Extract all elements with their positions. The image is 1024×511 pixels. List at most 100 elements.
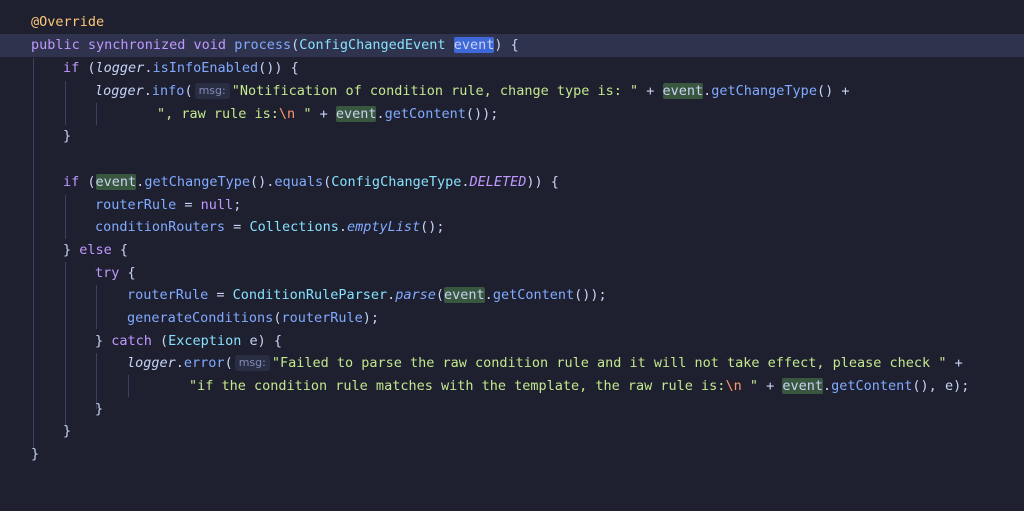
punctuation: ; [233, 197, 242, 213]
code-line[interactable]: conditionRouters = Collections.emptyList… [0, 216, 1024, 239]
parameter: e [944, 378, 954, 394]
code-line[interactable]: logger.info(msg: "Notification of conditi… [0, 80, 1024, 103]
punctuation: () + [816, 83, 850, 99]
punctuation: (), [912, 378, 945, 394]
method-call: isInfoEnabled [152, 60, 259, 76]
method-call: getChangeType [144, 174, 250, 190]
keyword: null [200, 197, 234, 213]
keyword: if [63, 174, 88, 190]
field: routerRule [95, 197, 177, 213]
type-name: ConditionRuleParser [232, 287, 388, 303]
punctuation: ) { [494, 37, 519, 53]
operator: + [311, 106, 336, 122]
punctuation: . [376, 106, 385, 122]
parameter: e [241, 333, 258, 349]
method-call: error [183, 355, 225, 371]
code-line[interactable]: if (event.getChangeType().equals(ConfigC… [0, 171, 1024, 194]
punctuation: ( [224, 355, 233, 371]
keyword: if [63, 60, 88, 76]
method-call: getContent [831, 378, 913, 394]
variable-highlight: event [662, 83, 704, 99]
field: routerRule [281, 310, 363, 326]
keyword: public synchronized void [31, 37, 235, 53]
punctuation: ); [953, 378, 970, 394]
code-line[interactable]: generateConditions(routerRule); [0, 307, 1024, 330]
code-line[interactable]: } [0, 443, 1024, 466]
punctuation: ()); [574, 287, 607, 303]
field: logger [95, 60, 145, 76]
punctuation: ) { [257, 333, 282, 349]
code-line[interactable]: } [0, 398, 1024, 421]
escape-sequence: \n [725, 378, 742, 394]
operator: + [638, 83, 663, 99]
punctuation: . [823, 378, 832, 394]
code-line[interactable]: logger.error(msg: "Failed to parse the ra… [0, 352, 1024, 375]
code-line[interactable]: if (logger.isInfoEnabled()) { [0, 57, 1024, 80]
variable-highlight: event [444, 287, 485, 303]
punctuation: ( [87, 174, 96, 190]
punctuation: . [143, 83, 152, 99]
keyword: catch [111, 333, 152, 349]
operator: = [208, 287, 233, 303]
punctuation: ); [362, 310, 379, 326]
code-line[interactable]: routerRule = ConditionRuleParser. parse(e… [0, 284, 1024, 307]
parameter-hint: msg: [234, 355, 270, 371]
keyword: else [79, 242, 112, 258]
method-name: process [234, 37, 292, 53]
string-literal: " [741, 378, 758, 394]
code-line[interactable]: @Override [0, 11, 1024, 34]
string-literal: " [295, 106, 312, 122]
enum-constant: DELETED [469, 174, 527, 190]
code-line[interactable]: routerRule = null; [0, 194, 1024, 217]
method-call: info [151, 83, 185, 99]
method-call: generateConditions [127, 310, 274, 326]
method-call: equals [274, 174, 324, 190]
punctuation: ( [151, 333, 169, 349]
string-literal: "Notification of condition rule, change … [231, 83, 639, 99]
annotation: @Override [31, 14, 105, 30]
punctuation: (). [249, 174, 275, 190]
code-line-current[interactable]: public synchronized void process(ConfigC… [0, 34, 1024, 57]
method-call: getChangeType [711, 83, 817, 99]
code-editor[interactable]: @Override public synchronized void proce… [0, 0, 1024, 475]
punctuation: } [31, 446, 40, 462]
code-line-blank[interactable] [0, 148, 1024, 171]
escape-sequence: \n [278, 106, 296, 122]
field: logger [127, 355, 176, 371]
code-line[interactable]: } [0, 420, 1024, 443]
field: routerRule [127, 287, 209, 303]
code-line[interactable]: } [0, 125, 1024, 148]
code-line[interactable]: "if the condition rule matches with the … [0, 375, 1024, 398]
punctuation: ()); [465, 106, 499, 122]
operator: + [757, 378, 783, 394]
operator: + [946, 355, 963, 371]
type-name: Exception [168, 333, 242, 349]
punctuation: (); [420, 219, 445, 235]
punctuation: . [175, 355, 184, 371]
code-line[interactable]: ", raw rule is:\n " + event.getContent()… [0, 103, 1024, 126]
code-line[interactable]: } catch (Exception e) { [0, 330, 1024, 353]
string-literal: "if the condition rule matches with the … [189, 378, 726, 394]
parameter-highlight: event [453, 37, 495, 53]
parameter-hint: msg: [194, 83, 230, 99]
punctuation: )) { [526, 174, 559, 190]
type-name: ConfigChangedEvent [299, 37, 454, 53]
method-call: getContent [384, 106, 466, 122]
punctuation: } [95, 333, 112, 349]
code-line[interactable]: try { [0, 262, 1024, 285]
variable-highlight: event [335, 106, 377, 122]
type-name: Collections [249, 219, 339, 235]
operator: = [225, 219, 250, 235]
type-name: ConfigChangeType [331, 174, 462, 190]
punctuation: . [484, 287, 493, 303]
punctuation: ( [435, 287, 445, 303]
punctuation: . [338, 219, 347, 235]
string-literal: ", raw rule is: [157, 106, 279, 122]
code-line[interactable]: } else { [0, 239, 1024, 262]
punctuation: } [95, 401, 104, 417]
punctuation: { [119, 265, 136, 281]
method-call: getContent [492, 287, 575, 303]
punctuation: ( [184, 83, 193, 99]
punctuation: ()) { [258, 60, 299, 76]
variable-highlight: event [782, 378, 823, 394]
